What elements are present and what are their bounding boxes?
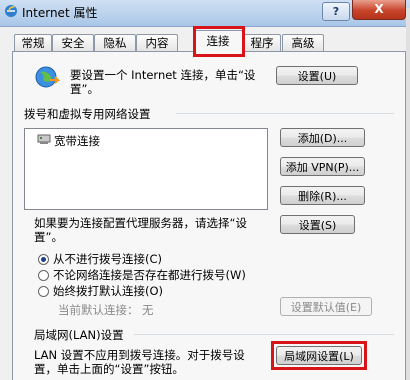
connection-list[interactable]: 宽带连接 [24,128,268,210]
window-title: Internet 属性 [22,6,98,20]
close-button[interactable]: X [352,0,406,20]
set-default-button[interactable]: 设置默认值(E) [280,297,372,316]
radio-dial-whenever[interactable] [38,270,49,281]
add-vpn-button[interactable]: 添加 VPN(P)... [280,157,365,176]
tab-content[interactable]: 内容 [136,34,178,52]
connection-settings-button[interactable]: 设置(S) [280,215,355,234]
globe-connection-icon [35,66,60,88]
setup-button[interactable]: 设置(U) [276,66,358,85]
broadband-connection-icon [37,134,51,144]
add-connection-button[interactable]: 添加(D)... [280,128,365,147]
dialup-heading: 拨号和虚拟专用网络设置 [24,107,151,121]
tab-connections[interactable]: 连接 [193,30,243,53]
window-right-edge [406,8,410,380]
internet-explorer-icon [5,5,17,17]
lan-heading: 局域网(LAN)设置 [34,328,124,342]
lan-heading-divider [134,334,394,335]
tab-strip: 常规 安全 隐私 内容 连接 程序 高级 [0,28,410,53]
lan-description-line2: 置，单击上面的“设置”按钮。 [34,362,184,376]
radio-dial-whenever-label: 不论网络连接是否存在都进行拨号(W) [53,268,246,282]
radio-never[interactable] [38,254,49,265]
setup-description-line2: 置”。 [70,82,99,96]
current-default-value: 无 [142,303,154,317]
radio-never-label: 从不进行拨号连接(C) [53,252,163,266]
delete-connection-button[interactable]: 删除(R)... [280,186,365,205]
tab-general[interactable]: 常规 [14,34,52,52]
proxy-description-line2: 置”。 [34,230,63,244]
connection-name: 宽带连接 [54,134,100,148]
tab-advanced[interactable]: 高级 [282,34,324,52]
tab-privacy[interactable]: 隐私 [94,34,136,52]
help-button[interactable]: ? [322,2,350,21]
lan-settings-button[interactable]: 局域网设置(L) [276,346,362,365]
current-default-label: 当前默认连接： [58,303,139,317]
proxy-description-line1: 如果要为连接配置代理服务器，请选择“设 [34,216,247,230]
title-bar[interactable]: Internet 属性 ? X [0,0,410,27]
radio-always-default[interactable] [38,286,49,297]
tab-security[interactable]: 安全 [52,34,94,52]
tab-programs[interactable]: 程序 [243,34,281,52]
dialup-heading-divider [176,113,394,114]
radio-always-default-label: 始终拨打默认连接(O) [53,284,164,298]
